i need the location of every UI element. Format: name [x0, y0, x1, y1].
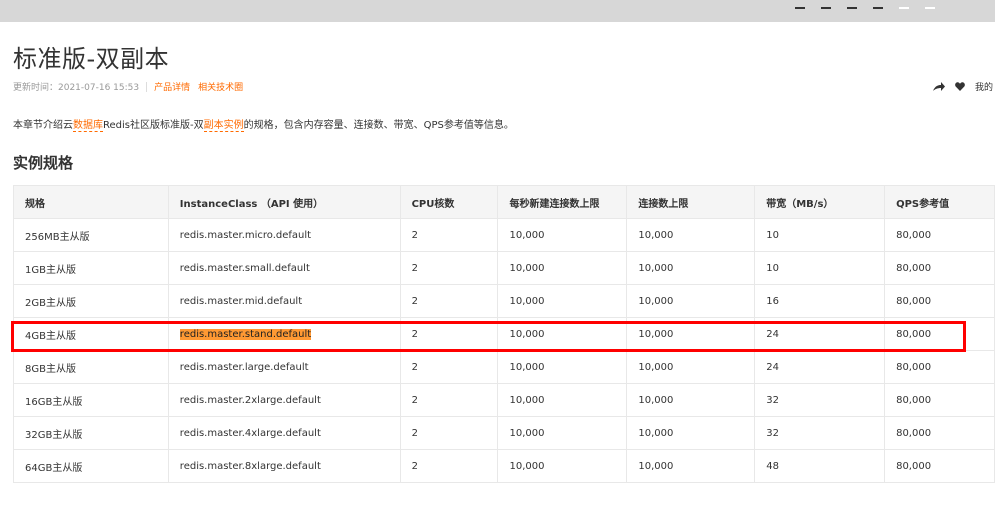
related-circle-link[interactable]: 相关技术圈 — [198, 80, 243, 93]
updated-time: 更新时间：2021-07-16 15:53 — [13, 83, 140, 93]
header-instance-class: InstanceClass （API 使用） — [167, 185, 401, 219]
database-link[interactable]: 数据库 — [73, 120, 103, 132]
page-title: 标准版-双副本 — [13, 45, 170, 73]
cell-qps: 80,000 — [884, 251, 995, 285]
table-row: 2GB主从版 redis.master.mid.default 2 10,000 10,… — [13, 284, 995, 318]
cell-conn: 10,000 — [626, 416, 756, 450]
header-spec: 规格 — [13, 185, 169, 219]
header-new-conn: 每秒新建连接数上限 — [497, 185, 628, 219]
cell-bandwidth: 32 — [754, 416, 886, 450]
cell-new-conn: 10,000 — [497, 383, 628, 417]
cell-spec: 64GB主从版 — [13, 449, 169, 483]
cell-cpu: 2 — [399, 284, 499, 318]
cell-cpu: 2 — [399, 251, 499, 285]
cell-cpu: 2 — [399, 218, 499, 252]
cell-cpu: 2 — [399, 449, 499, 483]
cell-instance-class: redis.master.mid.default — [167, 284, 401, 318]
cell-new-conn: 10,000 — [497, 284, 628, 318]
cell-conn: 10,000 — [626, 383, 756, 417]
divider — [146, 81, 148, 92]
cell-new-conn: 10,000 — [497, 416, 628, 450]
cell-cpu: 2 — [399, 416, 499, 450]
cell-spec: 256MB主从版 — [13, 218, 169, 252]
table-row: 64GB主从版 redis.master.8xlarge.default 2 10,0… — [13, 449, 995, 483]
cell-new-conn: 10,000 — [497, 350, 628, 384]
cell-spec: 1GB主从版 — [13, 251, 169, 285]
table-row: 256MB主从版 redis.master.micro.default 2 10,00… — [13, 218, 995, 252]
cell-conn: 10,000 — [626, 284, 756, 318]
top-bar — [0, 0, 995, 22]
cell-spec: 4GB主从版 — [13, 317, 169, 351]
cell-bandwidth: 16 — [754, 284, 886, 318]
cell-conn: 10,000 — [626, 317, 756, 351]
cell-cpu: 2 — [399, 383, 499, 417]
table-row: 32GB主从版 redis.master.4xlarge.default 2 10,0… — [13, 416, 995, 450]
selected-text[interactable]: redis.master.stand.default — [179, 328, 312, 340]
intro-suffix: 的规格，包含内存容量、连接数、带宽、QPS参考值等信息。 — [243, 120, 514, 131]
cell-conn: 10,000 — [626, 350, 756, 384]
cell-cpu: 2 — [399, 350, 499, 384]
cell-spec: 2GB主从版 — [13, 284, 169, 318]
cell-conn: 10,000 — [626, 449, 756, 483]
header-cpu: CPU核数 — [399, 185, 499, 219]
section-title: 实例规格 — [13, 154, 74, 172]
cell-qps: 80,000 — [884, 350, 995, 384]
intro-prefix: 本章节介绍云 — [13, 120, 73, 131]
cell-bandwidth: 24 — [754, 317, 886, 351]
table-row: 4GB主从版 redis.master.stand.default 2 10,000 1… — [13, 317, 995, 351]
table-row: 8GB主从版 redis.master.large.default 2 10,000 1… — [13, 350, 995, 384]
cell-new-conn: 10,000 — [497, 449, 628, 483]
header-conn: 连接数上限 — [626, 185, 756, 219]
cell-qps: 80,000 — [884, 449, 995, 483]
cell-bandwidth: 24 — [754, 350, 886, 384]
cell-new-conn: 10,000 — [497, 218, 628, 252]
cell-instance-class: redis.master.micro.default — [167, 218, 401, 252]
article-actions: 我的 — [932, 80, 993, 93]
cell-instance-class: redis.master.2xlarge.default — [167, 383, 401, 417]
header-bandwidth: 带宽（MB/s） — [754, 185, 886, 219]
intro-text: 本章节介绍云数据库Redis社区版标准版-双副本实例的规格，包含内存容量、连接数… — [13, 116, 514, 132]
spec-table: 规格 InstanceClass （API 使用） CPU核数 每秒新建连接数上… — [13, 185, 995, 483]
cell-qps: 80,000 — [884, 284, 995, 318]
table-row: 16GB主从版 redis.master.2xlarge.default 2 10,0… — [13, 383, 995, 417]
table-header-row: 规格 InstanceClass （API 使用） CPU核数 每秒新建连接数上… — [13, 185, 995, 219]
share-icon[interactable] — [932, 81, 945, 92]
cell-instance-class: redis.master.small.default — [167, 251, 401, 285]
intro-middle: Redis社区版标准版-双 — [103, 120, 204, 131]
cell-qps: 80,000 — [884, 416, 995, 450]
product-details-link[interactable]: 产品详情 — [154, 80, 190, 93]
cell-spec: 8GB主从版 — [13, 350, 169, 384]
cell-conn: 10,000 — [626, 251, 756, 285]
replica-instance-link[interactable]: 副本实例 — [203, 120, 244, 132]
cell-instance-class: redis.master.large.default — [167, 350, 401, 384]
cell-qps: 80,000 — [884, 218, 995, 252]
cell-spec: 32GB主从版 — [13, 416, 169, 450]
cell-bandwidth: 32 — [754, 383, 886, 417]
cell-bandwidth: 10 — [754, 218, 886, 252]
cell-spec: 16GB主从版 — [13, 383, 169, 417]
cell-new-conn: 10,000 — [497, 251, 628, 285]
my-label[interactable]: 我的 — [975, 80, 993, 93]
header-qps: QPS参考值 — [884, 185, 995, 219]
cell-instance-class: redis.master.8xlarge.default — [167, 449, 401, 483]
heart-icon[interactable] — [955, 82, 965, 91]
cell-bandwidth: 10 — [754, 251, 886, 285]
cell-instance-class: redis.master.4xlarge.default — [167, 416, 401, 450]
cell-bandwidth: 48 — [754, 449, 886, 483]
article-meta: 更新时间：2021-07-16 15:53 产品详情 相关技术圈 — [13, 80, 251, 93]
cell-new-conn: 10,000 — [497, 317, 628, 351]
cell-qps: 80,000 — [884, 317, 995, 351]
cell-cpu: 2 — [399, 317, 499, 351]
cell-conn: 10,000 — [626, 218, 756, 252]
cell-instance-class: redis.master.stand.default — [167, 317, 401, 351]
cell-qps: 80,000 — [884, 383, 995, 417]
toolbar-icons[interactable] — [779, 0, 935, 10]
table-row: 1GB主从版 redis.master.small.default 2 10,000 1… — [13, 251, 995, 285]
